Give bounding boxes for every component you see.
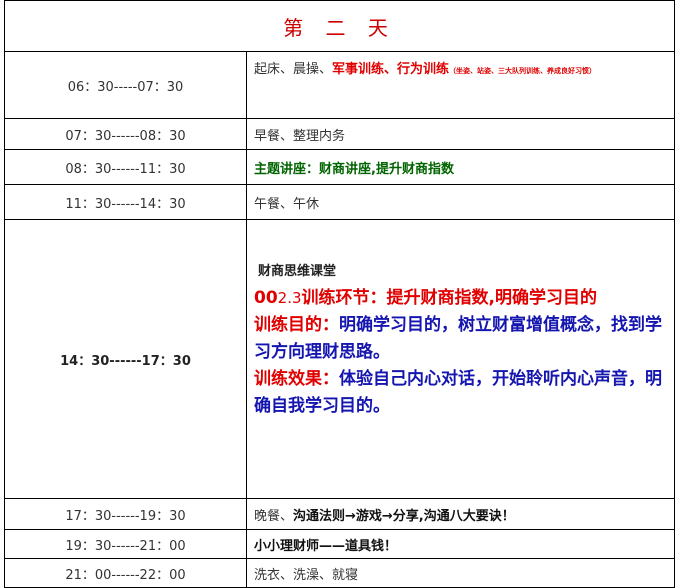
- activity-bold: 沟通法则→游戏→分享,沟通八大要诀！: [293, 508, 515, 524]
- activity-cell: 晚餐、沟通法则→游戏→分享,沟通八大要诀！: [246, 498, 675, 530]
- schedule-table: 第 二 天 06：30-----07：30 起床、晨操、军事训练、行为训练（坐姿…: [4, 0, 675, 588]
- activity-cell: 财商思维课堂 002.3训练环节：提升财商指数,明确学习目的 训练目的：明确学习…: [246, 219, 675, 499]
- training-code: 2.3: [277, 289, 302, 307]
- activity-cell: 午餐、午休: [246, 184, 675, 220]
- table-row: 08：30------11：30 主题讲座：财商讲座,提升财商指数: [4, 149, 675, 185]
- training-section-line: 002.3训练环节：提升财商指数,明确学习目的: [254, 285, 670, 312]
- table-row: 07：30------08：30 早餐、整理内务: [4, 118, 675, 150]
- activity-cell: 小小理财师——道具钱！: [246, 529, 675, 559]
- block-heading: 财商思维课堂: [258, 264, 337, 279]
- table-row: 17：30------19：30 晚餐、沟通法则→游戏→分享,沟通八大要诀！: [4, 498, 675, 530]
- schedule-sheet: 第 二 天 06：30-----07：30 起床、晨操、军事训练、行为训练（坐姿…: [0, 0, 677, 588]
- time-cell: 14：30------17：30: [4, 219, 247, 499]
- time-cell: 06：30-----07：30: [4, 51, 247, 119]
- time-cell: 19：30------21：00: [4, 529, 247, 559]
- training-purpose-label: 训练目的：: [254, 315, 339, 335]
- table-row: 14：30------17：30 财商思维课堂 002.3训练环节：提升财商指数…: [4, 219, 675, 499]
- activity-highlight: 军事训练、行为训练: [332, 62, 450, 77]
- training-purpose: 训练目的：明确学习目的，树立财富增值概念，找到学习方向理财思路。: [254, 312, 670, 366]
- table-row: 06：30-----07：30 起床、晨操、军事训练、行为训练（坐姿、站姿、三大…: [4, 51, 675, 119]
- time-cell: 17：30------19：30: [4, 498, 247, 530]
- activity-text: 起床、晨操、: [254, 62, 333, 77]
- activity-cell: 早餐、整理内务: [246, 118, 675, 150]
- training-prefix: 00: [254, 288, 278, 308]
- training-effect: 训练效果：体验自己内心对话，开始聆听内心声音，明确自我学习目的。: [254, 366, 670, 420]
- time-cell: 08：30------11：30: [4, 149, 247, 185]
- table-row: 21：00------22：00 洗衣、洗澡、就寝: [4, 558, 675, 588]
- training-effect-label: 训练效果：: [254, 369, 339, 389]
- activity-cell: 主题讲座：财商讲座,提升财商指数: [246, 149, 675, 185]
- activity-text: 晚餐、: [254, 508, 294, 524]
- training-title: 训练环节：提升财商指数,明确学习目的: [301, 288, 597, 308]
- activity-cell: 起床、晨操、军事训练、行为训练（坐姿、站姿、三大队列训练、养成良好习惯）: [246, 51, 675, 119]
- day-title: 第 二 天: [4, 0, 675, 52]
- time-cell: 07：30------08：30: [4, 118, 247, 150]
- activity-note: （坐姿、站姿、三大队列训练、养成良好习惯）: [449, 67, 597, 75]
- activity-cell: 洗衣、洗澡、就寝: [246, 558, 675, 588]
- table-row: 19：30------21：00 小小理财师——道具钱！: [4, 529, 675, 559]
- table-row: 11：30------14：30 午餐、午休: [4, 184, 675, 220]
- title-row: 第 二 天: [4, 0, 675, 52]
- time-cell: 21：00------22：00: [4, 558, 247, 588]
- time-cell: 11：30------14：30: [4, 184, 247, 220]
